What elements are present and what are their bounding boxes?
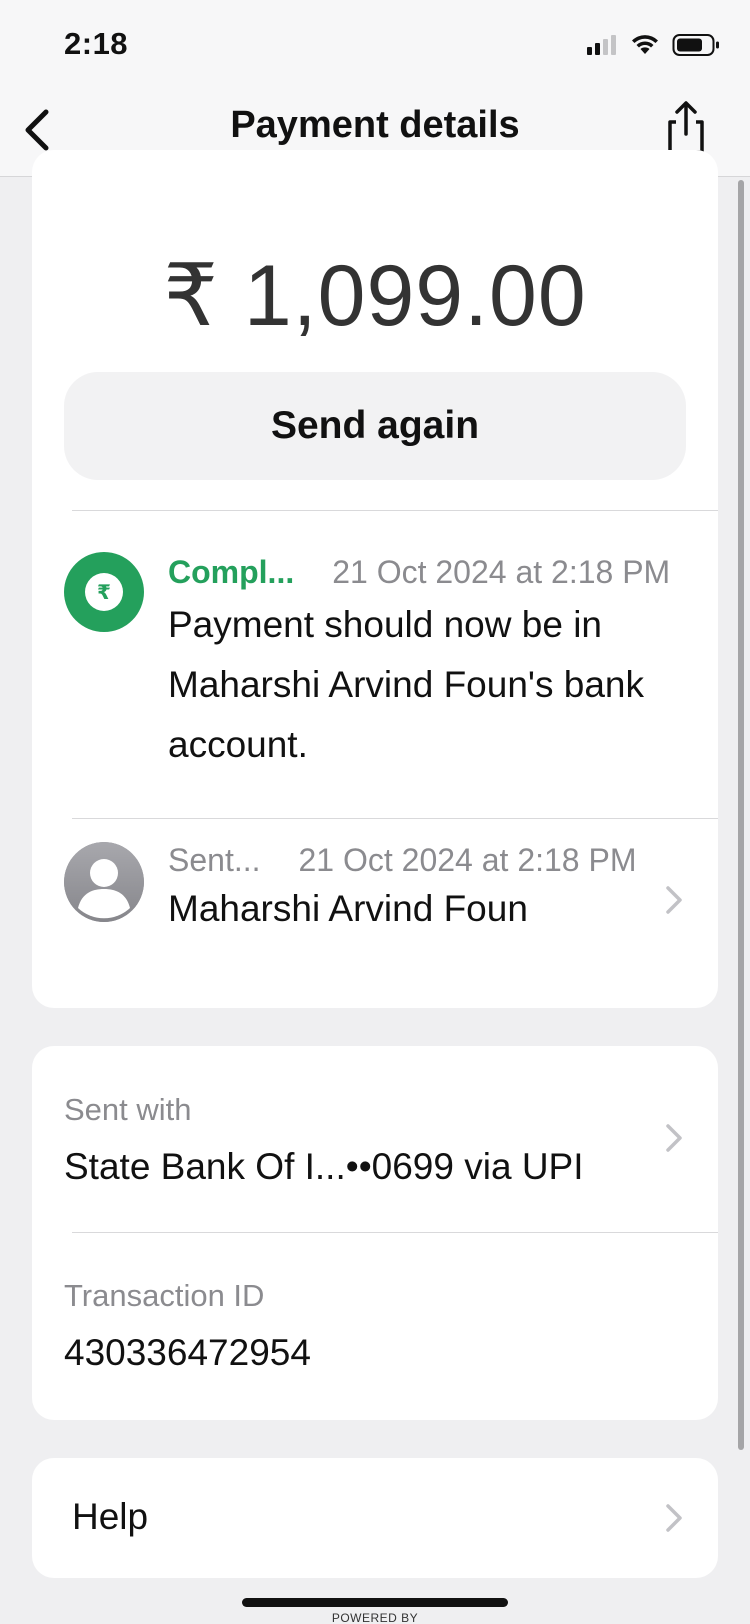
payment-amount: ₹ 1,099.00 bbox=[163, 248, 587, 344]
page-title: Payment details bbox=[230, 104, 520, 146]
recipient-avatar bbox=[64, 842, 144, 922]
event-completed: ₹ Compl... 21 Oct 2024 at 2:18 PM Paymen… bbox=[32, 530, 718, 810]
event-status: Sent... bbox=[168, 842, 261, 878]
transaction-id-label: Transaction ID bbox=[64, 1278, 265, 1313]
powered-by-text: POWERED BY bbox=[331, 1611, 419, 1624]
scrollbar[interactable] bbox=[738, 180, 744, 1450]
event-date: 21 Oct 2024 at 2:18 PM bbox=[298, 842, 637, 878]
chevron-right-icon bbox=[666, 1504, 682, 1532]
home-indicator[interactable] bbox=[242, 1598, 508, 1607]
event-description: Payment should now be in Maharshi Arvind… bbox=[168, 604, 644, 765]
chevron-right-icon bbox=[666, 1124, 682, 1152]
transaction-id-value: 430336472954 bbox=[64, 1332, 311, 1373]
payment-details-card: Sent with State Bank Of I...••0699 via U… bbox=[32, 1046, 718, 1420]
help-label: Help bbox=[72, 1496, 149, 1537]
signal-icon bbox=[587, 35, 616, 55]
event-sent[interactable]: Sent... 21 Oct 2024 at 2:18 PM Maharshi … bbox=[32, 822, 718, 962]
battery-icon bbox=[672, 34, 719, 56]
rupee-icon: ₹ bbox=[85, 573, 123, 611]
status-time: 2:18 bbox=[64, 26, 129, 61]
person-avatar-icon bbox=[64, 842, 144, 922]
recipient-name: Maharshi Arvind Foun bbox=[168, 888, 528, 929]
chevron-right-icon bbox=[666, 886, 682, 914]
screen: 2:18 Payment details ₹ 1,099.00 Send aga… bbox=[0, 0, 750, 1624]
divider bbox=[72, 1232, 718, 1233]
completed-icon: ₹ bbox=[64, 552, 144, 632]
wifi-icon bbox=[632, 35, 658, 54]
divider bbox=[72, 818, 718, 819]
sent-with-label: Sent with bbox=[64, 1092, 192, 1127]
help-row[interactable]: Help bbox=[32, 1458, 718, 1578]
status-icons bbox=[586, 32, 720, 58]
sent-with-value: State Bank Of I...••0699 via UPI bbox=[64, 1146, 584, 1187]
event-date: 21 Oct 2024 at 2:18 PM bbox=[332, 554, 671, 590]
svg-text:₹: ₹ bbox=[97, 580, 111, 604]
share-icon[interactable] bbox=[662, 100, 710, 156]
payment-summary-card: ₹ 1,099.00 Send again ₹ Compl... 21 Oct … bbox=[32, 150, 718, 1008]
event-status: Compl... bbox=[168, 554, 295, 590]
divider bbox=[72, 510, 718, 511]
send-again-button[interactable]: Send again bbox=[64, 372, 686, 480]
sent-with-row[interactable]: Sent with State Bank Of I...••0699 via U… bbox=[32, 1046, 718, 1232]
